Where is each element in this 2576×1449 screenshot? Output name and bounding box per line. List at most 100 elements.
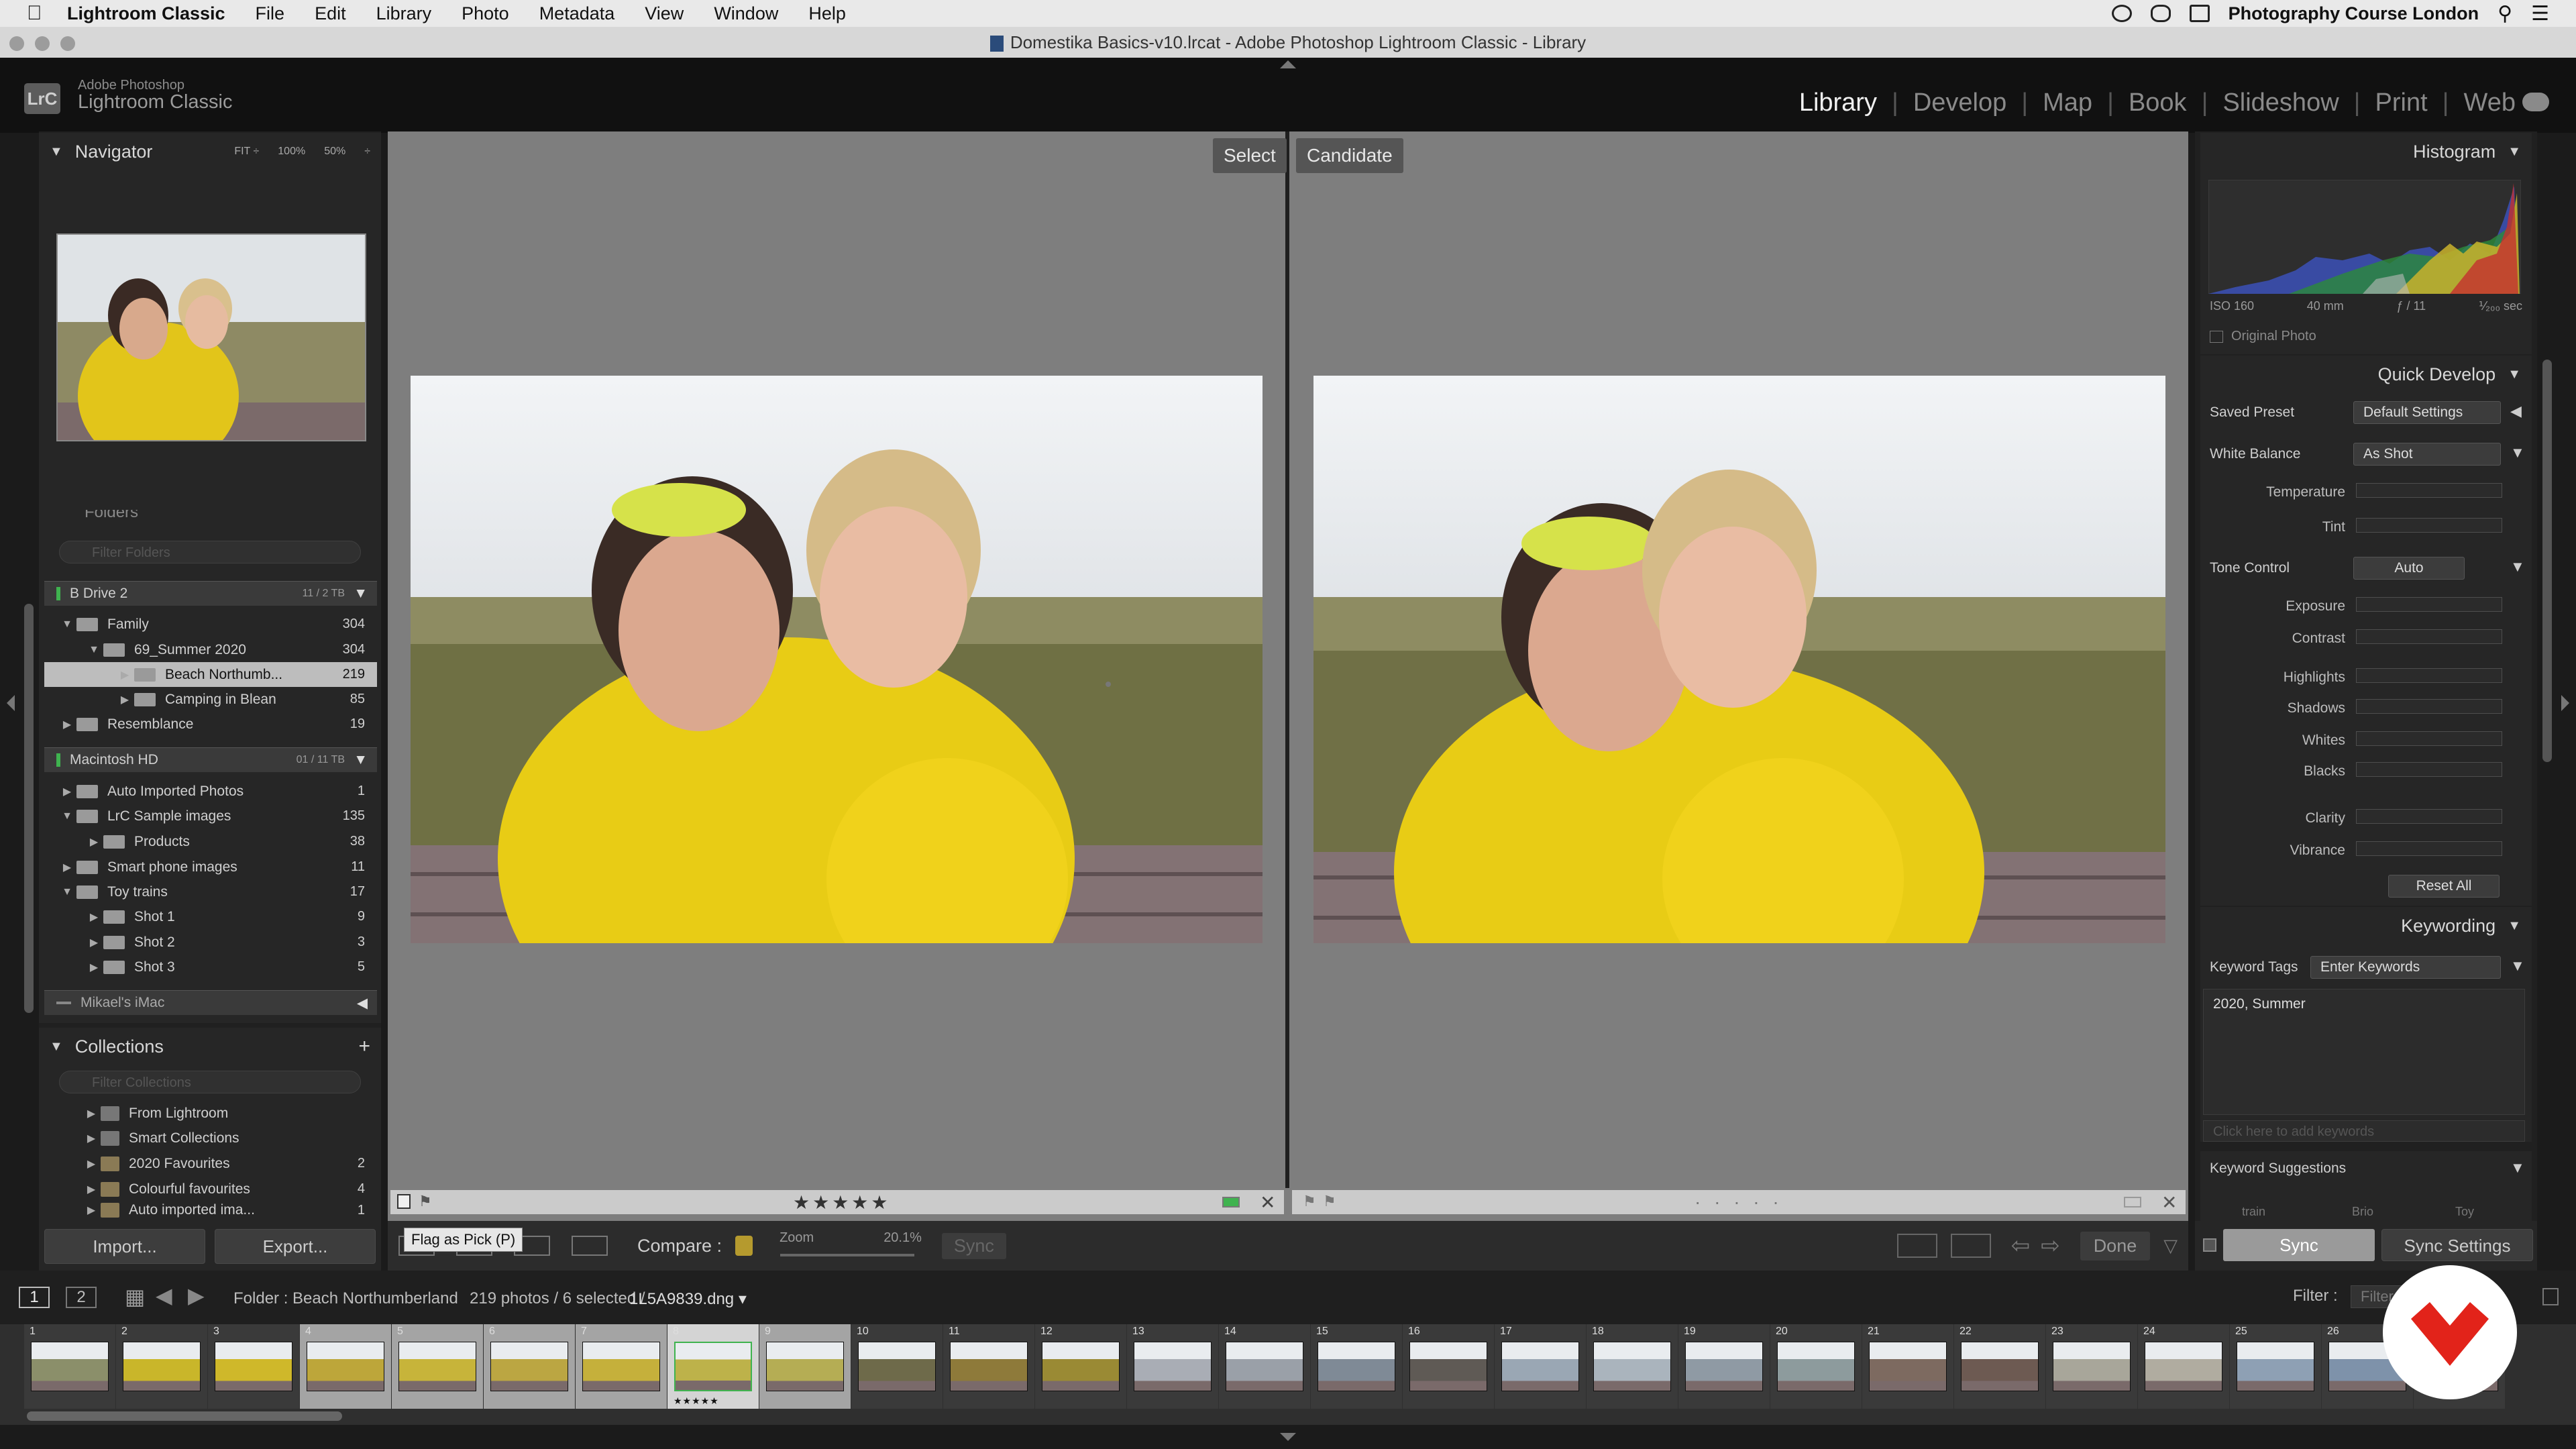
- filmstrip-thumbnail[interactable]: 12: [1035, 1324, 1126, 1409]
- filmstrip-thumbnail[interactable]: 19: [1678, 1324, 1770, 1409]
- suggestion-train[interactable]: train: [2242, 1205, 2265, 1219]
- vibrance-adjust[interactable]: [2356, 841, 2502, 856]
- secondary-window-button[interactable]: 2: [66, 1287, 97, 1308]
- folder-auto-imported-photos[interactable]: ▶ Auto Imported Photos 1: [44, 779, 377, 804]
- clarity-adjust[interactable]: [2356, 809, 2502, 824]
- collapse-triangle-icon[interactable]: ▼: [2508, 144, 2521, 160]
- module-map[interactable]: Map: [2043, 89, 2092, 117]
- quick-develop-header[interactable]: Quick Develop ▼: [2200, 356, 2532, 393]
- expand-triangle-icon[interactable]: ▶: [85, 936, 103, 949]
- expand-triangle-icon[interactable]: ▶: [115, 668, 134, 682]
- collection-colourful-favourites[interactable]: ▶ Colourful favourites 4: [44, 1177, 377, 1201]
- filmstrip-thumbnail[interactable]: 17: [1495, 1324, 1586, 1409]
- folder-shot-3[interactable]: ▶ Shot 3 5: [44, 955, 377, 979]
- volume-macintosh-hd[interactable]: Macintosh HD 01 / 11 TB ▼: [44, 747, 377, 772]
- pick-flag-icon[interactable]: [397, 1194, 411, 1209]
- sync-button[interactable]: Sync: [2223, 1229, 2375, 1261]
- previous-arrow-icon[interactable]: ⇦: [2011, 1232, 2031, 1259]
- volume-menu-icon[interactable]: ▼: [354, 752, 368, 768]
- filmstrip-thumbnail[interactable]: 11: [943, 1324, 1034, 1409]
- volume-menu-icon[interactable]: ▼: [354, 586, 368, 602]
- folder-resemblance[interactable]: ▶ Resemblance 19: [44, 712, 377, 737]
- keywording-header[interactable]: Keywording ▼: [2200, 907, 2532, 945]
- module-slideshow[interactable]: Slideshow: [2222, 89, 2339, 117]
- reject-flag-icon[interactable]: ⚑: [1323, 1193, 1336, 1210]
- expand-triangle-icon[interactable]: ▶: [85, 835, 103, 849]
- collections-filter[interactable]: Filter Collections: [59, 1071, 361, 1093]
- checkbox-icon[interactable]: [2210, 330, 2223, 343]
- folder-toy-trains[interactable]: ▼ Toy trains 17: [44, 879, 377, 904]
- expand-triangle-icon[interactable]: ▶: [82, 1203, 101, 1217]
- saved-preset-dropdown[interactable]: Default Settings: [2353, 401, 2501, 424]
- menu-metadata[interactable]: Metadata: [539, 3, 615, 24]
- toolbar-menu-icon[interactable]: ▽: [2163, 1236, 2178, 1256]
- auto-sync-switch[interactable]: [2203, 1238, 2216, 1252]
- volume-b-drive-2[interactable]: B Drive 2 11 / 2 TB ▼: [44, 581, 377, 606]
- filmstrip-thumbnail[interactable]: 9: [759, 1324, 851, 1409]
- folder-shot-2[interactable]: ▶ Shot 2 3: [44, 930, 377, 955]
- filmstrip-thumbnail[interactable]: 6: [484, 1324, 575, 1409]
- close-window-button[interactable]: [9, 36, 24, 51]
- color-label-none[interactable]: [2124, 1197, 2141, 1208]
- menu-view[interactable]: View: [645, 3, 684, 24]
- zoom-window-button[interactable]: [60, 36, 75, 51]
- auto-tone-button[interactable]: Auto: [2353, 557, 2465, 580]
- survey-view-icon[interactable]: [572, 1236, 608, 1256]
- original-photo-checkbox[interactable]: Original Photo: [2210, 329, 2316, 344]
- expand-triangle-icon[interactable]: ▶: [58, 861, 76, 874]
- candidate-star-rating[interactable]: · · · · ·: [1695, 1191, 1783, 1213]
- done-button[interactable]: Done: [2080, 1231, 2151, 1260]
- menu-edit[interactable]: Edit: [315, 3, 346, 24]
- highlights-adjust[interactable]: [2356, 668, 2502, 683]
- expand-triangle-icon[interactable]: ▼: [85, 644, 103, 656]
- histogram-graph[interactable]: [2208, 180, 2521, 294]
- keywords-textarea[interactable]: 2020, Summer: [2203, 989, 2525, 1115]
- close-select-icon[interactable]: ✕: [1260, 1191, 1275, 1214]
- filmstrip-thumbnail[interactable]: 22: [1954, 1324, 2045, 1409]
- white-balance-collapse-icon[interactable]: ▼: [2510, 444, 2525, 462]
- histogram-header[interactable]: Histogram ▼: [2200, 133, 2532, 170]
- filmstrip-thumbnail[interactable]: 24: [2138, 1324, 2229, 1409]
- filter-lock-icon[interactable]: [2542, 1288, 2559, 1305]
- menu-photo[interactable]: Photo: [462, 3, 509, 24]
- filmstrip-scrollbar[interactable]: [27, 1411, 342, 1421]
- temperature-adjust[interactable]: [2356, 483, 2502, 498]
- filmstrip-thumbnail[interactable]: 10: [851, 1324, 943, 1409]
- spotlight-icon[interactable]: ⚲: [2498, 2, 2512, 25]
- back-arrow-icon[interactable]: ◀: [156, 1283, 172, 1308]
- volume-mikaels-imac[interactable]: Mikael's iMac ◀: [44, 990, 377, 1015]
- expand-triangle-icon[interactable]: ▶: [85, 910, 103, 924]
- expand-triangle-icon[interactable]: ▶: [115, 693, 134, 706]
- collapse-triangle-icon[interactable]: ▼: [2508, 367, 2521, 382]
- whites-adjust[interactable]: [2356, 731, 2502, 746]
- shadows-adjust[interactable]: [2356, 699, 2502, 714]
- left-panel-toggle-icon[interactable]: [7, 695, 15, 711]
- expand-triangle-icon[interactable]: ▶: [58, 785, 76, 798]
- module-web[interactable]: Web: [2464, 89, 2516, 117]
- menu-library[interactable]: Library: [376, 3, 432, 24]
- menu-file[interactable]: File: [256, 3, 285, 24]
- menu-user-name[interactable]: Photography Course London: [2229, 3, 2479, 24]
- collection-2020-favourites[interactable]: ▶ 2020 Favourites 2: [44, 1151, 377, 1176]
- filmstrip-thumbnail[interactable]: 4: [300, 1324, 391, 1409]
- filmstrip-thumbnail[interactable]: 7: [576, 1324, 667, 1409]
- filmstrip-thumbnail[interactable]: 1: [24, 1324, 115, 1409]
- filmstrip-thumbnail[interactable]: 2: [116, 1324, 207, 1409]
- export-button[interactable]: Export...: [215, 1229, 376, 1264]
- grid-icon[interactable]: ▦: [125, 1284, 145, 1309]
- display-icon[interactable]: [2189, 5, 2210, 22]
- zoom-fit[interactable]: FIT ÷: [234, 146, 259, 158]
- expand-triangle-icon[interactable]: ▼: [58, 886, 76, 898]
- menu-window[interactable]: Window: [714, 3, 778, 24]
- tint-adjust[interactable]: [2356, 518, 2502, 533]
- creative-cloud-icon[interactable]: [2150, 5, 2171, 22]
- expand-triangle-icon[interactable]: ▶: [85, 961, 103, 974]
- add-keywords-field[interactable]: Click here to add keywords: [2203, 1120, 2525, 1142]
- filmstrip-thumbnail[interactable]: 20: [1770, 1324, 1862, 1409]
- filmstrip-thumbnail[interactable]: 5: [392, 1324, 483, 1409]
- folders-header[interactable]: Folders: [39, 510, 381, 521]
- filmstrip-thumbnail[interactable]: 15: [1311, 1324, 1402, 1409]
- expand-triangle-icon[interactable]: ▼: [58, 810, 76, 822]
- keyword-suggestions-collapse-icon[interactable]: ▼: [2510, 1159, 2525, 1177]
- filmstrip-thumbnail[interactable]: 23: [2046, 1324, 2137, 1409]
